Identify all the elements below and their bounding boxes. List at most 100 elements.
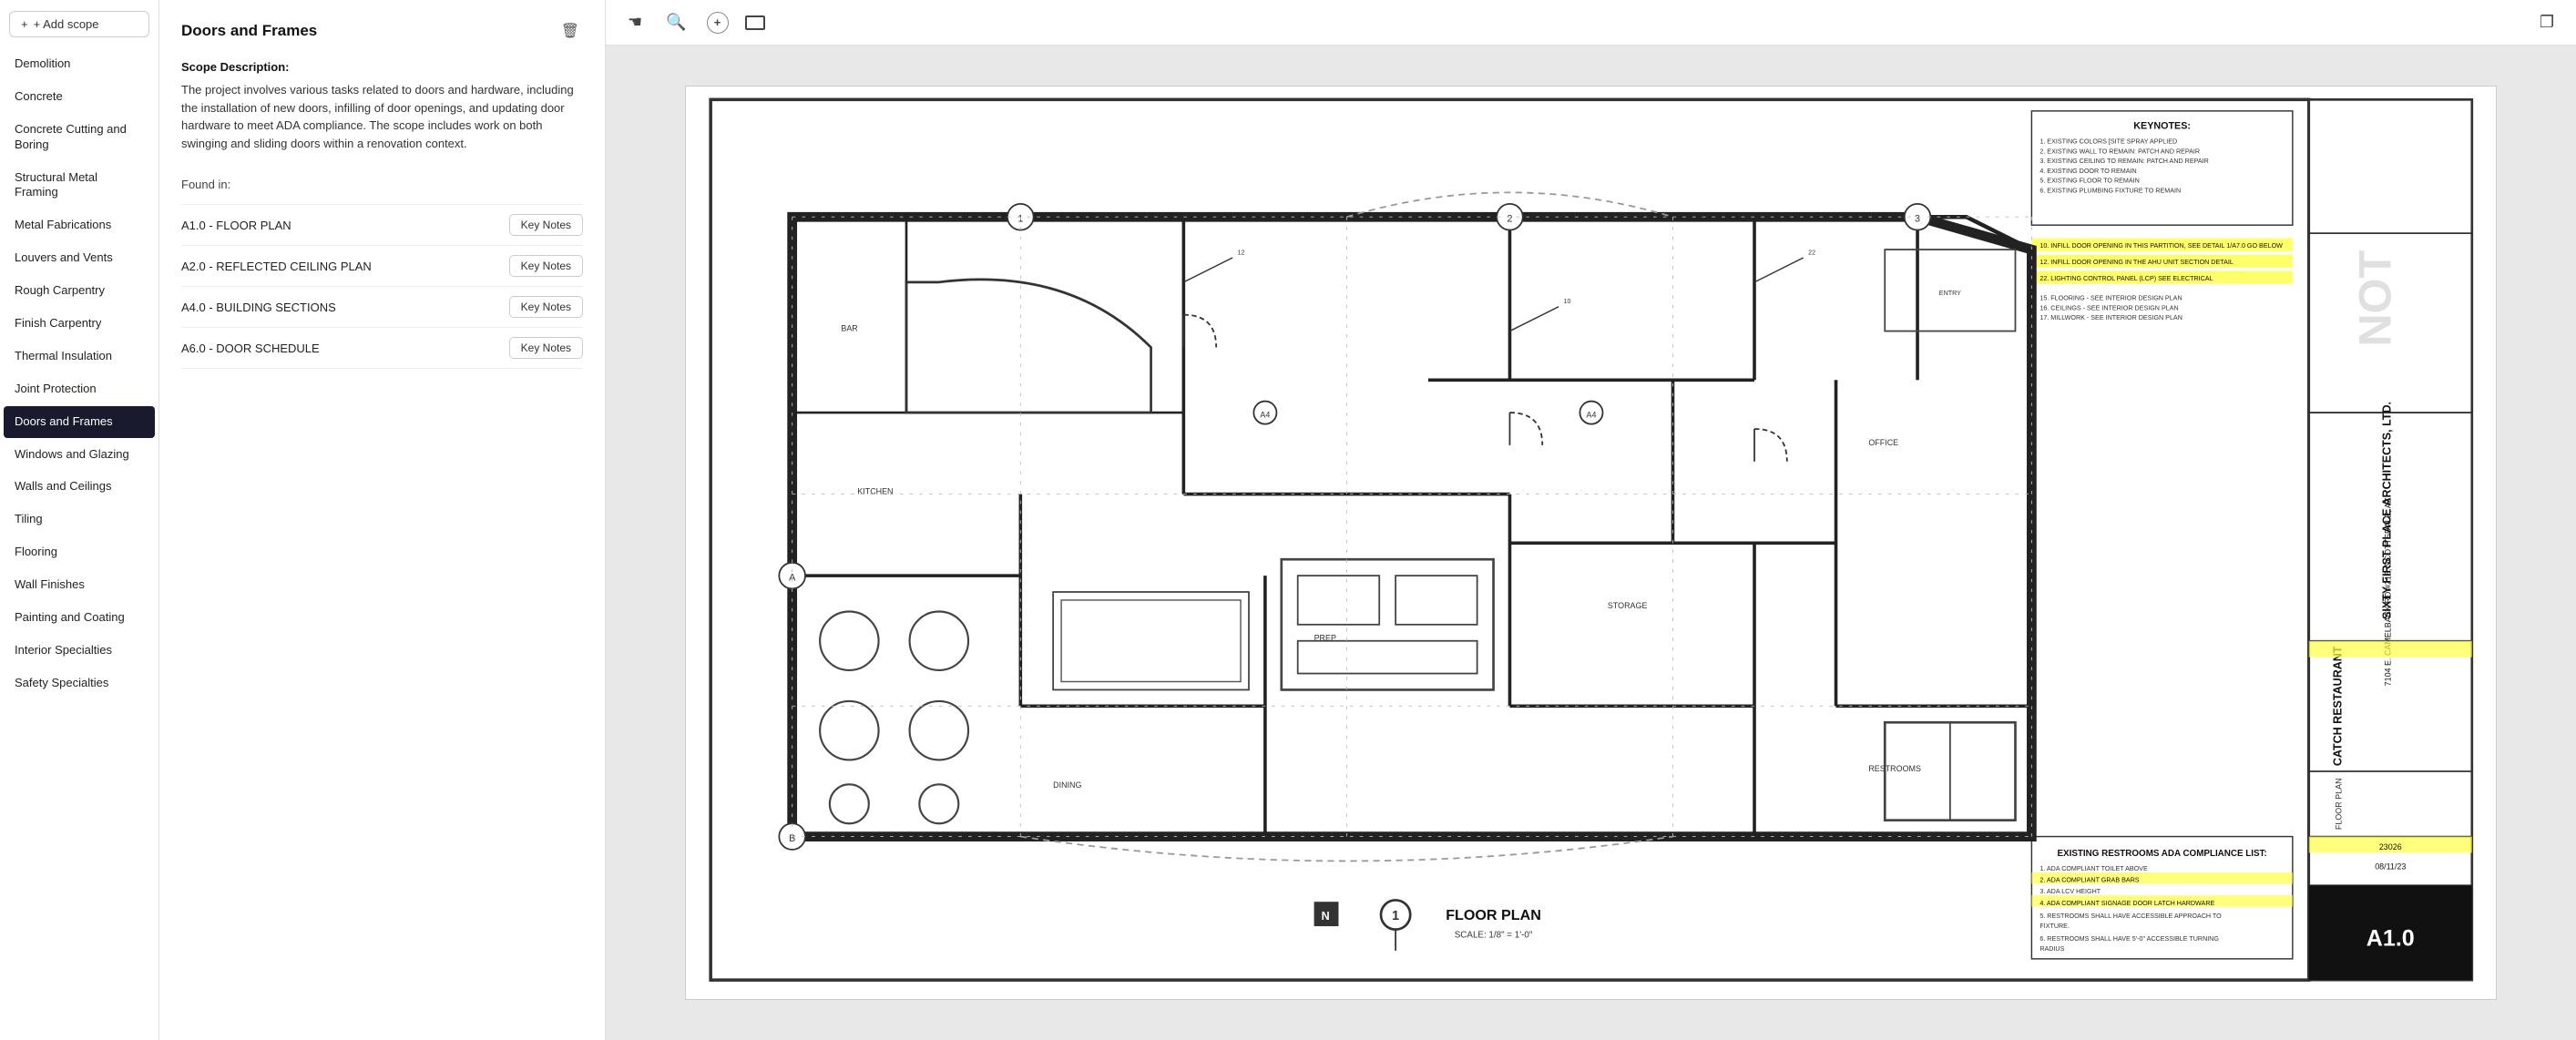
detail-header: Doors and Frames 🗑: [181, 18, 583, 44]
found-item-name: A4.0 - BUILDING SECTIONS: [181, 301, 336, 314]
svg-text:SCALE: 1/8" = 1'-0": SCALE: 1/8" = 1'-0": [1454, 930, 1532, 940]
found-item-name: A6.0 - DOOR SCHEDULE: [181, 342, 320, 355]
svg-text:1. EXISTING COLORS [SITE SPRAY: 1. EXISTING COLORS [SITE SPRAY APPLIED: [2039, 138, 2177, 145]
svg-text:4. ADA COMPLIANT SIGNAGE DOOR: 4. ADA COMPLIANT SIGNAGE DOOR LATCH HARD…: [2039, 899, 2214, 906]
svg-text:ENTRY: ENTRY: [1938, 290, 1960, 297]
svg-text:STORAGE: STORAGE: [1607, 601, 1647, 610]
svg-text:10. INFILL DOOR OPENING IN THI: 10. INFILL DOOR OPENING IN THIS PARTITIO…: [2039, 242, 2283, 250]
sidebar-item-finish-carpentry[interactable]: Finish Carpentry: [4, 308, 155, 340]
found-in-label: Found in:: [181, 178, 583, 191]
svg-text:2. ADA COMPLIANT GRAB BARS: 2. ADA COMPLIANT GRAB BARS: [2039, 876, 2139, 883]
zoom-in-icon[interactable]: +: [707, 12, 729, 34]
svg-text:FLOOR PLAN: FLOOR PLAN: [2334, 778, 2343, 830]
sidebar-item-thermal-insulation[interactable]: Thermal Insulation: [4, 341, 155, 372]
svg-text:KEYNOTES:: KEYNOTES:: [2133, 120, 2191, 131]
svg-text:DINING: DINING: [1053, 780, 1081, 790]
svg-text:12. INFILL DOOR OPENING IN THE: 12. INFILL DOOR OPENING IN THE AHU UNIT …: [2039, 259, 2233, 266]
sidebar-item-metal-fab[interactable]: Metal Fabrications: [4, 209, 155, 241]
svg-text:RADIUS: RADIUS: [2039, 945, 2064, 953]
sidebar-item-safety-specialties[interactable]: Safety Specialties: [4, 668, 155, 699]
found-items-list: A1.0 - FLOOR PLAN Key Notes A2.0 - REFLECT…: [181, 204, 583, 369]
svg-text:15. FLOORING - SEE INTERIOR DE: 15. FLOORING - SEE INTERIOR DESIGN PLAN: [2039, 294, 2182, 301]
svg-text:A1.0: A1.0: [2366, 925, 2414, 951]
sidebar-item-windows-glazing[interactable]: Windows and Glazing: [4, 439, 155, 471]
sidebar-item-structural-metal[interactable]: Structural Metal Framing: [4, 162, 155, 209]
found-item-name: A2.0 - REFLECTED CEILING PLAN: [181, 260, 372, 273]
svg-text:BAR: BAR: [841, 323, 858, 332]
svg-text:17. MILLWORK - SEE INTERIOR DE: 17. MILLWORK - SEE INTERIOR DESIGN PLAN: [2039, 314, 2182, 321]
key-notes-button[interactable]: Key Notes: [509, 296, 583, 318]
found-item: A6.0 - DOOR SCHEDULE Key Notes: [181, 328, 583, 369]
sidebar-item-concrete[interactable]: Concrete: [4, 81, 155, 113]
sidebar-item-wall-finishes[interactable]: Wall Finishes: [4, 569, 155, 601]
blueprint-container: SIXTY FIRST PLACE ARCHITECTS, LTD. 7104 …: [685, 86, 2498, 1001]
sidebar-item-painting-coating[interactable]: Painting and Coating: [4, 602, 155, 634]
found-item: A4.0 - BUILDING SECTIONS Key Notes: [181, 287, 583, 328]
sidebar-item-demolition[interactable]: Demolition: [4, 48, 155, 80]
sidebar-item-flooring[interactable]: Flooring: [4, 536, 155, 568]
sidebar-item-louvers[interactable]: Louvers and Vents: [4, 242, 155, 274]
svg-text:1: 1: [1392, 909, 1399, 923]
sidebar-items-list: DemolitionConcreteConcrete Cutting and B…: [0, 48, 158, 700]
svg-text:2: 2: [1507, 213, 1512, 224]
svg-text:KITCHEN: KITCHEN: [857, 486, 893, 495]
pan-tool-icon[interactable]: ☚: [624, 9, 646, 36]
rectangle-select-icon[interactable]: [745, 15, 765, 30]
fullscreen-icon[interactable]: ❐: [2536, 9, 2558, 36]
svg-text:3: 3: [1915, 213, 1920, 224]
svg-text:5. EXISTING FLOOR TO REMAIN: 5. EXISTING FLOOR TO REMAIN: [2039, 177, 2140, 184]
svg-text:12: 12: [1237, 249, 1244, 256]
svg-text:A4: A4: [1586, 410, 1596, 419]
svg-text:1. ADA COMPLIANT TOILET ABOVE: 1. ADA COMPLIANT TOILET ABOVE: [2039, 865, 2148, 872]
drawing-toolbar: ☚ 🔍 + ❐: [606, 0, 2576, 46]
svg-text:PREP: PREP: [1314, 633, 1335, 642]
svg-text:NOT: NOT: [2349, 250, 2400, 346]
key-notes-button[interactable]: Key Notes: [509, 214, 583, 236]
svg-text:6. EXISTING PLUMBING FIXTURE T: 6. EXISTING PLUMBING FIXTURE TO REMAIN: [2039, 187, 2181, 194]
scope-description-text: The project involves various tasks relat…: [181, 81, 583, 152]
svg-text:23026: 23026: [2378, 842, 2401, 851]
svg-text:2. EXISTING WALL TO REMAIN: PA: 2. EXISTING WALL TO REMAIN: PATCH AND RE…: [2039, 148, 2200, 155]
found-item-name: A1.0 - FLOOR PLAN: [181, 219, 291, 232]
svg-text:FLOOR PLAN: FLOOR PLAN: [1446, 907, 1541, 923]
detail-title: Doors and Frames: [181, 22, 317, 40]
svg-text:22. LIGHTING CONTROL PANEL (LC: 22. LIGHTING CONTROL PANEL (LCP) SEE ELE…: [2039, 275, 2213, 282]
svg-text:08/11/23: 08/11/23: [2375, 862, 2406, 871]
key-notes-button[interactable]: Key Notes: [509, 337, 583, 359]
svg-text:6. RESTROOMS SHALL HAVE 5'-0": 6. RESTROOMS SHALL HAVE 5'-0" ACCESSIBLE…: [2039, 935, 2219, 943]
svg-text:A4: A4: [1260, 410, 1270, 419]
svg-text:3. EXISTING CEILING TO REMAIN:: 3. EXISTING CEILING TO REMAIN: PATCH AND…: [2039, 158, 2208, 165]
svg-text:N: N: [1321, 910, 1329, 923]
scope-description-label: Scope Description:: [181, 60, 583, 74]
svg-text:CATCH RESTAURANT: CATCH RESTAURANT: [2331, 646, 2344, 766]
key-notes-button[interactable]: Key Notes: [509, 255, 583, 277]
drawing-area: SIXTY FIRST PLACE ARCHITECTS, LTD. 7104 …: [606, 46, 2576, 1040]
drawing-panel: ☚ 🔍 + ❐: [606, 0, 2576, 1040]
plus-icon: +: [21, 17, 28, 31]
sidebar-item-doors-frames[interactable]: Doors and Frames: [4, 406, 155, 438]
sidebar-item-rough-carpentry[interactable]: Rough Carpentry: [4, 275, 155, 307]
search-icon[interactable]: 🔍: [662, 9, 690, 36]
svg-text:3. ADA LCV HEIGHT: 3. ADA LCV HEIGHT: [2039, 888, 2101, 895]
sidebar-item-tiling[interactable]: Tiling: [4, 504, 155, 535]
svg-text:OFFICE: OFFICE: [1868, 438, 1898, 447]
svg-text:10: 10: [1563, 298, 1570, 305]
detail-panel: Doors and Frames 🗑 Scope Description: Th…: [159, 0, 606, 1040]
sidebar-item-interior-specialties[interactable]: Interior Specialties: [4, 635, 155, 667]
svg-text:RESTROOMS: RESTROOMS: [1868, 764, 1921, 773]
sidebar-item-joint-protection[interactable]: Joint Protection: [4, 373, 155, 405]
sidebar-item-concrete-cutting[interactable]: Concrete Cutting and Boring: [4, 114, 155, 161]
found-item: A1.0 - FLOOR PLAN Key Notes: [181, 204, 583, 246]
sidebar-item-walls-ceilings[interactable]: Walls and Ceilings: [4, 471, 155, 503]
toolbar-left: ☚ 🔍 +: [624, 9, 765, 36]
svg-text:EXISTING RESTROOMS ADA COMPLIA: EXISTING RESTROOMS ADA COMPLIANCE LIST:: [2057, 849, 2266, 859]
add-scope-label: + Add scope: [34, 17, 99, 31]
svg-text:5. RESTROOMS SHALL HAVE ACCESS: 5. RESTROOMS SHALL HAVE ACCESSIBLE APPRO…: [2039, 913, 2222, 920]
add-scope-button[interactable]: + + Add scope: [9, 11, 149, 37]
svg-text:FIXTURE.: FIXTURE.: [2039, 923, 2070, 930]
delete-icon[interactable]: 🗑: [557, 18, 583, 44]
svg-text:7104 E. CAMELBACK RD #215, SCO: 7104 E. CAMELBACK RD #215, SCOTTSDALE, A…: [2383, 497, 2392, 686]
svg-text:22: 22: [1808, 249, 1815, 256]
svg-text:16. CEILINGS - SEE INTERIOR DE: 16. CEILINGS - SEE INTERIOR DESIGN PLAN: [2039, 304, 2178, 311]
blueprint-svg: SIXTY FIRST PLACE ARCHITECTS, LTD. 7104 …: [686, 87, 2497, 1000]
